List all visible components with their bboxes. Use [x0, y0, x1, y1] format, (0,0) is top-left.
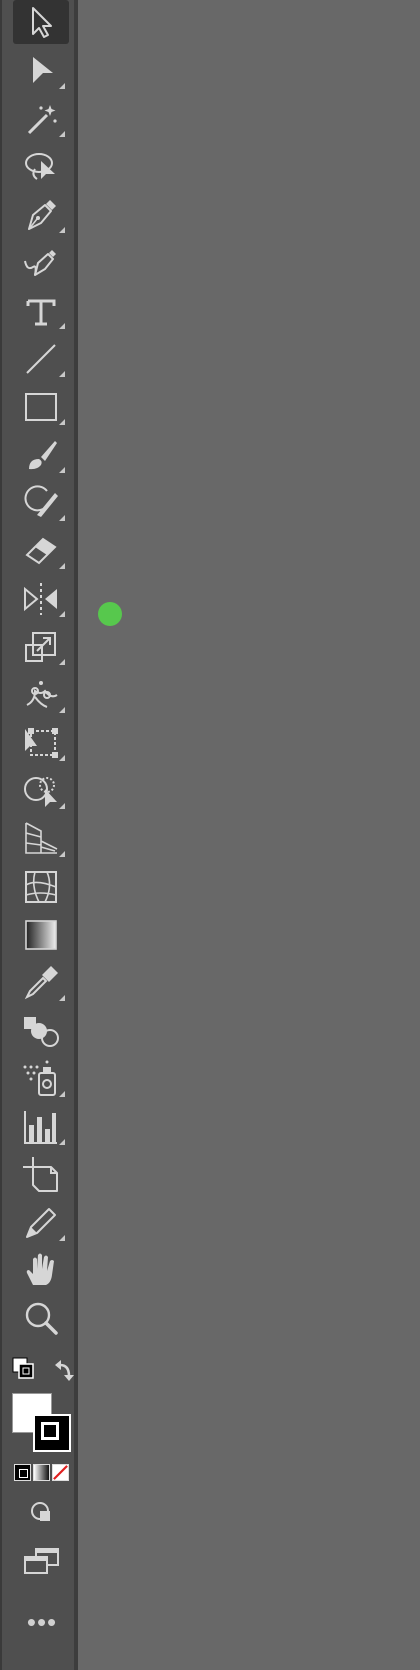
flyout-indicator [59, 563, 65, 569]
slice-tool-icon [26, 1208, 56, 1238]
flyout-indicator [59, 323, 65, 329]
flyout-indicator [59, 611, 65, 617]
flyout-indicator [59, 1091, 65, 1097]
lasso-tool[interactable] [13, 145, 69, 189]
scale-tool-icon [25, 632, 56, 662]
shaper-tool[interactable] [13, 481, 69, 525]
edit-toolbar-more-button[interactable]: ••• [22, 1609, 62, 1637]
lasso-tool-icon [25, 153, 55, 180]
flyout-indicator [59, 995, 65, 1001]
none-slash-icon [53, 1465, 68, 1480]
flyout-indicator [59, 467, 65, 473]
draw-mode-button[interactable] [28, 1500, 56, 1526]
free-transform-tool-icon [25, 728, 58, 758]
slice-tool[interactable] [13, 1201, 69, 1245]
swap-arrow-icon [55, 1360, 74, 1381]
mesh-tool[interactable] [13, 865, 69, 909]
tools-panel: ••• [0, 0, 78, 1670]
gradient-tool-icon [25, 920, 57, 950]
swap-fill-stroke-button[interactable] [51, 1357, 75, 1383]
pen-tool[interactable] [13, 193, 69, 237]
eyedropper-tool-icon [24, 966, 58, 1000]
flyout-indicator [59, 803, 65, 809]
hand-tool-icon [26, 1253, 54, 1285]
zoom-tool[interactable] [13, 1297, 69, 1341]
column-graph-tool[interactable] [13, 1105, 69, 1149]
reflect-tool-icon [24, 583, 57, 615]
color-mode-button[interactable] [14, 1464, 31, 1481]
cursor-marker [98, 602, 122, 626]
puppet-warp-tool-icon [26, 681, 58, 708]
blob-brush-tool-icon [24, 485, 58, 517]
flyout-indicator [59, 707, 65, 713]
hand-tool[interactable] [13, 1249, 69, 1293]
curvature-tool-icon [24, 250, 56, 276]
eyedropper-tool[interactable] [13, 961, 69, 1005]
puppet-warp-tool[interactable] [13, 673, 69, 717]
paintbrush-tool[interactable] [13, 433, 69, 477]
screen-mode-button[interactable] [22, 1546, 62, 1576]
zoom-tool-icon [25, 1302, 58, 1335]
shape-builder-tool-icon [24, 777, 57, 807]
flyout-indicator [59, 227, 65, 233]
default-fill-stroke-button[interactable] [12, 1357, 36, 1381]
magic-wand-tool-icon [27, 105, 57, 135]
flyout-indicator [59, 515, 65, 521]
flyout-indicator [59, 755, 65, 761]
perspective-grid-tool[interactable] [13, 817, 69, 861]
flyout-indicator [59, 659, 65, 665]
curvature-tool[interactable] [13, 241, 69, 285]
direct-selection-tool[interactable] [13, 49, 69, 93]
pen-tool-icon [28, 200, 56, 230]
flyout-indicator [59, 1139, 65, 1145]
blend-tool-icon [24, 1017, 59, 1047]
rectangle-tool[interactable] [13, 385, 69, 429]
column-graph-tool-icon [24, 1111, 57, 1144]
artboard-tool[interactable] [13, 1153, 69, 1197]
eraser-tool-icon [25, 537, 57, 565]
direct-selection-tool-icon [33, 57, 53, 83]
flyout-indicator [59, 131, 65, 137]
selection-tool[interactable] [13, 0, 69, 44]
symbol-sprayer-tool-icon [23, 1060, 56, 1096]
flyout-indicator [59, 419, 65, 425]
rectangle-tool-icon [25, 393, 57, 421]
mesh-tool-icon [25, 871, 57, 903]
stroke-color-swatch[interactable] [33, 1414, 71, 1452]
line-segment-tool[interactable] [13, 337, 69, 381]
reflect-tool[interactable] [13, 577, 69, 621]
flyout-indicator [59, 83, 65, 89]
type-tool[interactable] [13, 289, 69, 333]
shape-builder-tool[interactable] [13, 769, 69, 813]
flyout-indicator [59, 851, 65, 857]
blend-tool[interactable] [13, 1009, 69, 1053]
symbol-sprayer-tool[interactable] [13, 1057, 69, 1101]
canvas-area[interactable] [82, 0, 420, 1670]
flyout-indicator [59, 1235, 65, 1241]
none-mode-button[interactable] [52, 1464, 69, 1481]
draw-behind-icon [31, 1502, 50, 1521]
scale-tool[interactable] [13, 625, 69, 669]
free-transform-tool[interactable] [13, 721, 69, 765]
gradient-mode-button[interactable] [33, 1464, 50, 1481]
screen-mode-icon [24, 1548, 59, 1574]
eraser-tool[interactable] [13, 529, 69, 573]
color-mode-icon [19, 1469, 28, 1478]
selection-tool-icon [32, 7, 52, 38]
magic-wand-tool[interactable] [13, 97, 69, 141]
gradient-tool[interactable] [13, 913, 69, 957]
type-tool-icon [26, 299, 56, 326]
paintbrush-tool-icon [29, 441, 57, 470]
line-segment-tool-icon [26, 344, 56, 374]
perspective-grid-tool-icon [25, 822, 58, 854]
default-colors-icon [12, 1357, 34, 1379]
flyout-indicator [59, 371, 65, 377]
artboard-tool-icon [23, 1157, 58, 1192]
